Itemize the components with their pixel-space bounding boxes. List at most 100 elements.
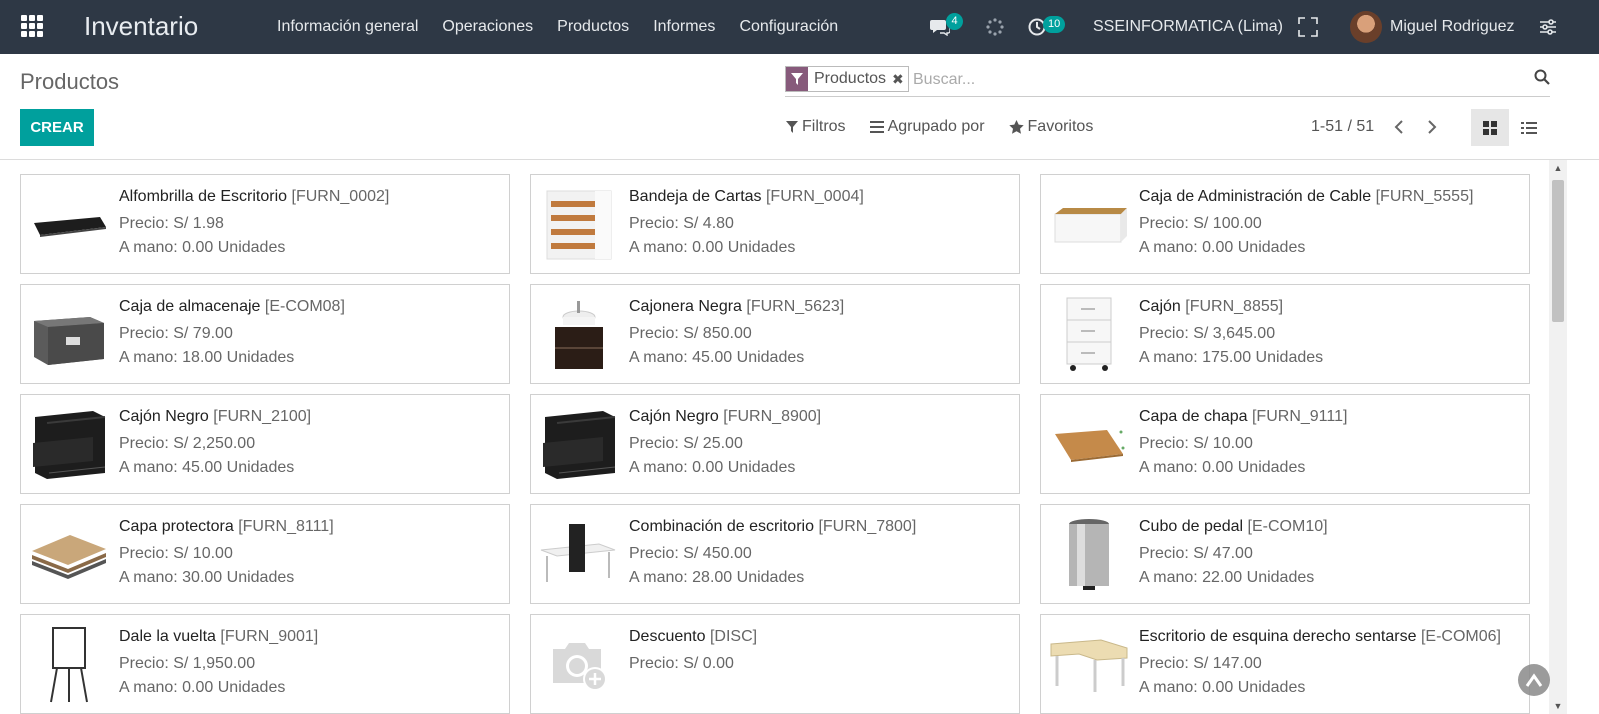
product-info: Cajón Negro [FURN_2100] Precio: S/ 2,250.… xyxy=(119,406,501,480)
product-name: Bandeja de Cartas xyxy=(629,188,762,205)
product-card[interactable]: Dale la vuelta [FURN_9001] Precio: S/ 1,9… xyxy=(20,614,510,714)
product-card[interactable]: Cajón [FURN_8855] Precio: S/ 3,645.00 A ma… xyxy=(1040,284,1530,384)
list-view-button[interactable] xyxy=(1510,109,1548,146)
product-info: Alfombrilla de Escritorio [FURN_0002] Pre… xyxy=(119,186,501,260)
product-code: [FURN_9111] xyxy=(1251,408,1348,425)
product-code: [FURN_0004] xyxy=(765,188,864,205)
product-title: Alfombrilla de Escritorio [FURN_0002] xyxy=(119,186,501,208)
product-name: Descuento xyxy=(629,628,706,645)
product-info: Escritorio de esquina derecho sentarse [… xyxy=(1139,626,1521,700)
product-card[interactable]: Escritorio de esquina derecho sentarse [… xyxy=(1040,614,1530,714)
menu-item-operaciones[interactable]: Operaciones xyxy=(430,0,545,54)
search-input[interactable] xyxy=(911,66,1515,94)
product-code: [FURN_8900] xyxy=(723,408,822,425)
product-price: Precio: S/ 100.00 xyxy=(1139,215,1262,232)
product-title: Cajón Negro [FURN_8900] xyxy=(629,406,1011,428)
product-name: Cajón Negro xyxy=(629,408,719,425)
list-icon xyxy=(1521,121,1537,134)
product-image xyxy=(1049,625,1129,705)
groupby-button[interactable]: Agrupado por xyxy=(869,118,985,136)
product-card[interactable]: Combinación de escritorio [FURN_7800] Pre… xyxy=(530,504,1020,604)
product-code: [FURN_0002] xyxy=(291,188,390,205)
product-card[interactable]: Descuento [DISC] Precio: S/ 0.00 xyxy=(530,614,1020,714)
product-price: Precio: S/ 1.98 xyxy=(119,215,224,232)
menu-item-informacion-general[interactable]: Información general xyxy=(265,0,430,54)
pager-previous-button[interactable] xyxy=(1389,114,1409,140)
product-price: Precio: S/ 10.00 xyxy=(119,545,233,562)
create-button[interactable]: CREAR xyxy=(20,109,94,146)
search-icon[interactable] xyxy=(1534,69,1550,90)
product-onhand: A mano: 0.00 Unidades xyxy=(1139,459,1306,476)
expand-icon xyxy=(1298,17,1318,37)
product-name: Caja de almacenaje xyxy=(119,298,261,315)
funnel-icon xyxy=(786,121,798,133)
product-card[interactable]: Caja de almacenaje [E-COM08] Precio: S/ 7… xyxy=(20,284,510,384)
product-info: Bandeja de Cartas [FURN_0004] Precio: S/ … xyxy=(629,186,1011,260)
product-info: Caja de Administración de Cable [FURN_55… xyxy=(1139,186,1521,260)
product-title: Caja de almacenaje [E-COM08] xyxy=(119,296,501,318)
product-price: Precio: S/ 2,250.00 xyxy=(119,435,256,452)
product-card[interactable]: Alfombrilla de Escritorio [FURN_0002] Pre… xyxy=(20,174,510,274)
product-card[interactable]: Cubo de pedal [E-COM10] Precio: S/ 47.00 A… xyxy=(1040,504,1530,604)
product-card[interactable]: Cajón Negro [FURN_2100] Precio: S/ 2,250.… xyxy=(20,394,510,494)
product-info: Cubo de pedal [E-COM10] Precio: S/ 47.00 A… xyxy=(1139,516,1521,590)
facet-label: Productos xyxy=(814,70,887,87)
product-info: Capa de chapa [FURN_9111] Precio: S/ 10.0… xyxy=(1139,406,1521,480)
menu-item-configuracion[interactable]: Configuración xyxy=(727,0,850,54)
messages-button[interactable]: 4 xyxy=(930,0,963,54)
user-name: Miguel Rodriguez xyxy=(1390,18,1515,35)
product-name: Alfombrilla de Escritorio xyxy=(119,188,288,205)
product-name: Cubo de pedal xyxy=(1139,518,1244,535)
scrollbar[interactable]: ▲ ▼ xyxy=(1549,160,1567,714)
arrow-up-icon xyxy=(1525,673,1543,687)
scroll-down-icon[interactable]: ▼ xyxy=(1552,700,1564,712)
product-card[interactable]: Capa de chapa [FURN_9111] Precio: S/ 10.0… xyxy=(1040,394,1530,494)
main-menu: Información general Operaciones Producto… xyxy=(265,0,850,54)
product-code: [FURN_8855] xyxy=(1185,298,1284,315)
apps-menu-icon[interactable] xyxy=(21,15,43,37)
product-card[interactable]: Caja de Administración de Cable [FURN_55… xyxy=(1040,174,1530,274)
filters-button[interactable]: Filtros xyxy=(786,118,846,136)
kanban-view: Alfombrilla de Escritorio [FURN_0002] Pre… xyxy=(20,174,1530,714)
search-options: Filtros Agrupado por Favoritos xyxy=(786,110,1117,144)
pager-next-button[interactable] xyxy=(1422,114,1442,140)
scrollbar-thumb[interactable] xyxy=(1552,180,1564,322)
product-onhand: A mano: 0.00 Unidades xyxy=(629,239,796,256)
scroll-to-top-button[interactable] xyxy=(1518,664,1550,696)
product-price: Precio: S/ 3,645.00 xyxy=(1139,325,1276,342)
fullscreen-button[interactable] xyxy=(1298,0,1318,54)
favorites-label: Favoritos xyxy=(1027,118,1094,135)
product-card[interactable]: Cajón Negro [FURN_8900] Precio: S/ 25.00 A… xyxy=(530,394,1020,494)
product-info: Combinación de escritorio [FURN_7800] Pre… xyxy=(629,516,1011,590)
menu-item-informes[interactable]: Informes xyxy=(641,0,727,54)
company-switcher[interactable]: SSEINFORMATICA (Lima) xyxy=(1093,0,1283,54)
product-card[interactable]: Cajonera Negra [FURN_5623] Precio: S/ 850… xyxy=(530,284,1020,384)
favorites-button[interactable]: Favoritos xyxy=(1008,118,1094,136)
menu-item-productos[interactable]: Productos xyxy=(545,0,641,54)
product-code: [FURN_5555] xyxy=(1375,188,1474,205)
product-price: Precio: S/ 10.00 xyxy=(1139,435,1253,452)
product-image xyxy=(29,625,109,705)
top-navbar: Inventario Información general Operacion… xyxy=(0,0,1599,54)
debug-settings-button[interactable] xyxy=(1539,0,1557,54)
pager-value[interactable]: 1-51 / 51 xyxy=(1311,118,1374,136)
product-info: Cajón [FURN_8855] Precio: S/ 3,645.00 A ma… xyxy=(1139,296,1521,370)
product-image xyxy=(1049,185,1129,265)
kanban-view-button[interactable] xyxy=(1471,109,1509,146)
product-image xyxy=(539,295,619,375)
product-image xyxy=(539,405,619,485)
product-code: [FURN_9001] xyxy=(220,628,319,645)
product-name: Dale la vuelta xyxy=(119,628,216,645)
user-menu[interactable]: Miguel Rodriguez xyxy=(1350,0,1515,54)
spinner-icon xyxy=(986,18,1004,36)
activities-button[interactable]: 10 xyxy=(1028,0,1066,54)
product-card[interactable]: Bandeja de Cartas [FURN_0004] Precio: S/ … xyxy=(530,174,1020,274)
messages-badge: 4 xyxy=(946,12,963,30)
product-image xyxy=(1049,405,1129,485)
product-price: Precio: S/ 0.00 xyxy=(629,655,734,672)
activities-badge: 10 xyxy=(1043,15,1066,33)
product-card[interactable]: Capa protectora [FURN_8111] Precio: S/ 10… xyxy=(20,504,510,604)
facet-remove-icon[interactable]: ✖ xyxy=(892,71,908,88)
page-title: Productos xyxy=(20,69,120,94)
scroll-up-icon[interactable]: ▲ xyxy=(1552,162,1564,174)
